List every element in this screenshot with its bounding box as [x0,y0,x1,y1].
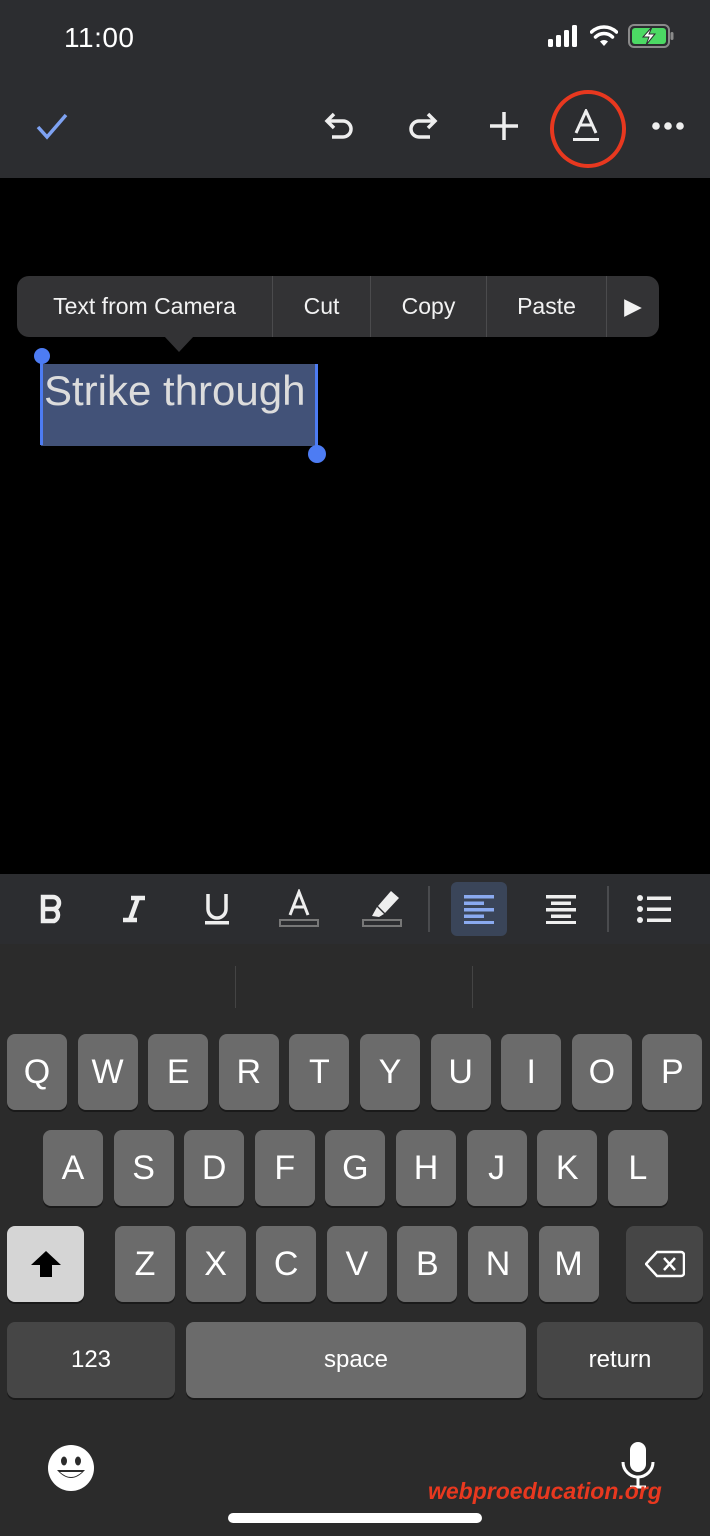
text-format-button[interactable] [556,96,616,156]
italic-button[interactable] [106,882,162,936]
align-left-icon [464,895,494,924]
key-m[interactable]: M [538,1226,599,1302]
underline-icon [205,894,229,925]
underline-button[interactable] [189,882,245,936]
key-n[interactable]: N [468,1226,528,1302]
key-i[interactable]: I [501,1034,562,1110]
undo-icon [324,112,353,139]
key-p[interactable]: P [642,1034,703,1110]
menu-item-text-from-camera[interactable]: Text from Camera [17,276,273,337]
more-options-button[interactable] [638,96,698,156]
add-icon [490,112,518,140]
key-o[interactable]: O [571,1034,632,1110]
key-u[interactable]: U [430,1034,491,1110]
text-color-button[interactable] [271,882,327,936]
backspace-icon [644,1250,685,1278]
key-c[interactable]: C [256,1226,317,1302]
prediction-divider [235,966,236,1008]
numbers-key[interactable]: 123 [7,1322,175,1398]
align-left-button[interactable] [451,882,507,936]
bold-icon [40,894,62,924]
selection-end-handle[interactable] [308,445,326,463]
key-q[interactable]: Q [7,1034,67,1110]
watermark-text: webproeducation.org [428,1478,662,1504]
emoji-button[interactable] [47,1444,95,1497]
key-y[interactable]: Y [360,1034,420,1110]
bulleted-list-button[interactable] [626,882,682,936]
key-h[interactable]: H [396,1130,456,1206]
align-center-icon [546,895,576,924]
key-g[interactable]: G [325,1130,386,1206]
document-canvas[interactable]: Text from Camera Cut Copy Paste ▶ Strike… [0,178,710,874]
redo-button[interactable] [392,96,452,156]
key-f[interactable]: F [254,1130,315,1206]
key-s[interactable]: S [113,1130,174,1206]
key-z[interactable]: Z [115,1226,175,1302]
toolbar-divider [607,886,609,932]
text-color-icon [279,889,319,927]
return-key[interactable]: return [537,1322,703,1398]
align-center-button[interactable] [533,882,589,936]
more-icon [652,122,684,130]
text-format-icon [573,109,599,141]
done-button[interactable] [22,96,82,156]
context-menu-pointer [164,336,194,352]
selection-start-caret [40,355,43,445]
menu-more-arrow-icon[interactable]: ▶ [607,276,659,337]
italic-icon [123,895,145,923]
key-d[interactable]: D [184,1130,245,1206]
space-key[interactable]: space [186,1322,526,1398]
bulleted-list-icon [637,895,671,923]
key-t[interactable]: T [289,1034,350,1110]
key-w[interactable]: W [77,1034,138,1110]
home-indicator[interactable] [228,1513,482,1523]
menu-item-copy[interactable]: Copy [371,276,487,337]
selection-end-caret [315,364,318,454]
bold-button[interactable] [24,882,80,936]
highlight-icon [362,891,402,927]
battery-charging-icon [628,24,674,53]
top-bar: 11:00 [0,0,710,178]
insert-button[interactable] [474,96,534,156]
menu-item-paste[interactable]: Paste [487,276,607,337]
redo-icon [409,112,438,139]
check-icon [36,113,68,140]
key-j[interactable]: J [466,1130,527,1206]
key-e[interactable]: E [148,1034,209,1110]
shift-key[interactable] [7,1226,84,1302]
highlight-color-button[interactable] [354,882,410,936]
status-icons [548,24,674,53]
wifi-icon [589,25,619,52]
context-menu: Text from Camera Cut Copy Paste ▶ [17,276,659,337]
on-screen-keyboard: QWERTYUIOP ASDFGHJKL ZXCVBNM 123 space r… [0,944,710,1536]
shift-icon [30,1251,61,1277]
key-a[interactable]: A [43,1130,103,1206]
key-r[interactable]: R [218,1034,279,1110]
key-x[interactable]: X [185,1226,246,1302]
key-v[interactable]: V [326,1226,387,1302]
emoji-icon [48,1445,94,1491]
cellular-signal-icon [548,25,580,52]
backspace-key[interactable] [626,1226,703,1302]
selected-text[interactable]: Strike through [44,366,305,416]
menu-item-cut[interactable]: Cut [273,276,371,337]
formatting-toolbar [0,874,710,944]
key-k[interactable]: K [537,1130,598,1206]
toolbar-divider [428,886,430,932]
key-l[interactable]: L [607,1130,668,1206]
prediction-divider [472,966,473,1008]
status-time: 11:00 [64,22,135,53]
undo-button[interactable] [310,96,370,156]
selection-start-handle[interactable] [34,348,50,364]
key-b[interactable]: B [397,1226,458,1302]
